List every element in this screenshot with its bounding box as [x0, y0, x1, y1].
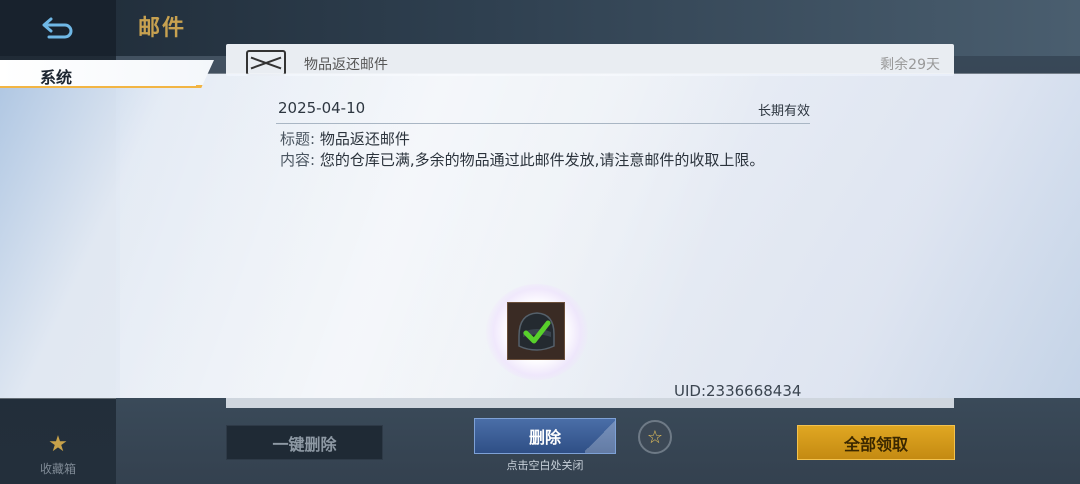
favorite-toggle-button[interactable]: ☆: [638, 420, 672, 454]
delete-button[interactable]: 删除: [474, 418, 616, 454]
mail-date: 2025-04-10: [278, 99, 366, 117]
content-text: 您的仓库已满,多余的物品通过此邮件发放,请注意邮件的收取上限。: [319, 151, 765, 169]
back-button[interactable]: [0, 0, 116, 56]
close-hint: 点击空白处关闭: [506, 459, 584, 472]
mail-row-remaining: 剩余29天: [880, 57, 940, 73]
star-icon: ★: [48, 431, 68, 457]
mail-subject: 标题: 物品返还邮件: [280, 128, 410, 149]
back-arrow-icon: [42, 17, 73, 39]
claim-all-button[interactable]: 全部领取: [797, 425, 955, 460]
mail-list-bottom: [226, 398, 954, 408]
subject-label: 标题:: [280, 130, 316, 148]
category-tab-system: 系统: [0, 60, 214, 88]
subject-text: 物品返还邮件: [319, 130, 410, 148]
star-outline-icon: ☆: [646, 426, 664, 448]
header-divider: [276, 123, 810, 124]
mail-validity: 长期有效: [758, 104, 811, 119]
page-title: 邮件: [138, 16, 187, 41]
category-label: 系统: [40, 68, 73, 87]
favorites-button[interactable]: ★ 收藏箱: [0, 426, 116, 484]
envelope-icon: [246, 50, 286, 76]
content-label: 内容:: [280, 151, 316, 169]
delete-all-button[interactable]: 一键删除: [226, 425, 383, 460]
mail-row-title: 物品返还邮件: [304, 57, 388, 73]
favorites-label: 收藏箱: [39, 461, 76, 476]
helmet-checked-icon: [518, 312, 555, 351]
attachment-item[interactable]: [507, 302, 565, 360]
mail-content: 内容: 您的仓库已满,多余的物品通过此邮件发放,请注意邮件的收取上限。: [280, 149, 764, 170]
delete-label: 删除: [528, 428, 561, 447]
mail-list-row[interactable]: 物品返还邮件 剩余29天: [226, 44, 954, 76]
